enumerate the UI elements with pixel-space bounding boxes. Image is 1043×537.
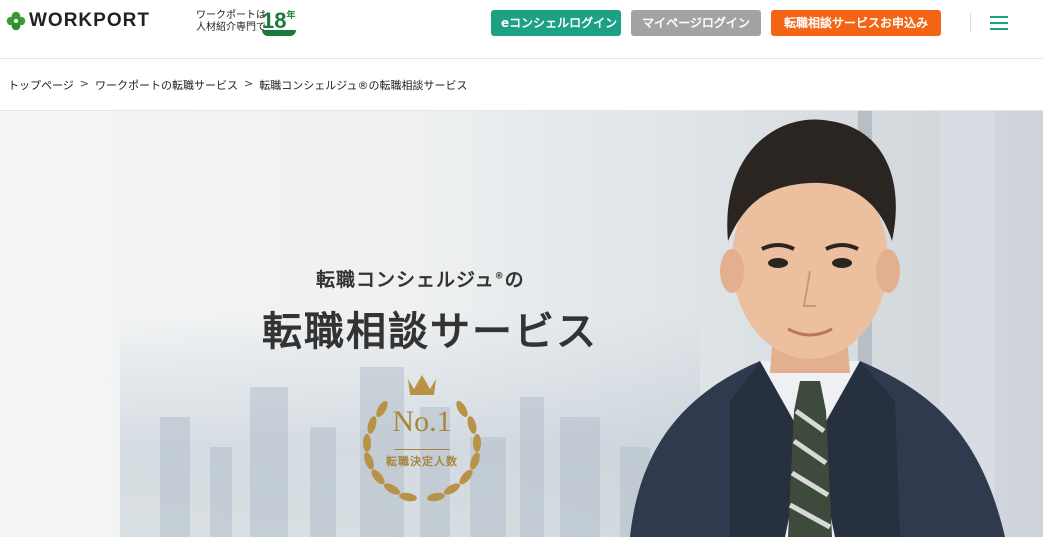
hero-subtitle-tail: の	[504, 269, 525, 291]
registered-mark: ®	[494, 271, 505, 282]
hamburger-menu-icon[interactable]	[990, 15, 1008, 31]
logo-text: WORKPORT	[29, 10, 150, 31]
breadcrumb-top[interactable]: トップページ	[8, 77, 74, 93]
badge-rank: No.1	[392, 405, 452, 438]
econ-login-button[interactable]: eコンシェルログイン	[491, 10, 621, 36]
consultant-photo	[630, 119, 1005, 537]
tagline-line1: ワークポートは	[196, 10, 266, 21]
header-border	[0, 58, 1043, 59]
hero-subtitle: 転職コンシェルジュ®の	[316, 265, 525, 292]
badge-divider	[394, 449, 450, 450]
hero-subtitle-main: 転職コンシェルジュ	[316, 269, 495, 291]
tagline-line2: 人材紹介専門で	[196, 22, 266, 33]
clover-icon	[6, 11, 26, 31]
swoosh-icon	[262, 30, 296, 36]
breadcrumb-separator: >	[244, 77, 254, 90]
breadcrumb-services[interactable]: ワークポートの転職サービス	[95, 77, 238, 93]
apply-button[interactable]: 転職相談サービスお申込み	[771, 10, 941, 36]
laurel-icon	[363, 375, 481, 502]
hero-title: 転職相談サービス	[262, 309, 598, 355]
no1-badge: No.1 転職決定人数	[352, 369, 492, 509]
workport-logo[interactable]: WORKPORT	[6, 10, 150, 32]
header-divider	[970, 13, 971, 33]
breadcrumb: トップページ > ワークポートの転職サービス > 転職コンシェルジュ®の転職相談…	[8, 77, 467, 93]
hero-section: 転職コンシェルジュ®の 転職相談サービス No.1 転職決定人数	[0, 111, 1043, 537]
years-unit: 年	[286, 10, 296, 20]
site-header: WORKPORT ワークポートは 人材紹介専門で 18年 eコンシェルログイン …	[0, 0, 1043, 58]
breadcrumb-separator: >	[79, 77, 89, 90]
breadcrumb-current: 転職コンシェルジュ®の転職相談サービス	[259, 79, 468, 92]
badge-label: 転職決定人数	[386, 455, 458, 468]
mypage-login-button[interactable]: マイページログイン	[631, 10, 761, 36]
tagline: ワークポートは 人材紹介専門で	[196, 10, 266, 34]
